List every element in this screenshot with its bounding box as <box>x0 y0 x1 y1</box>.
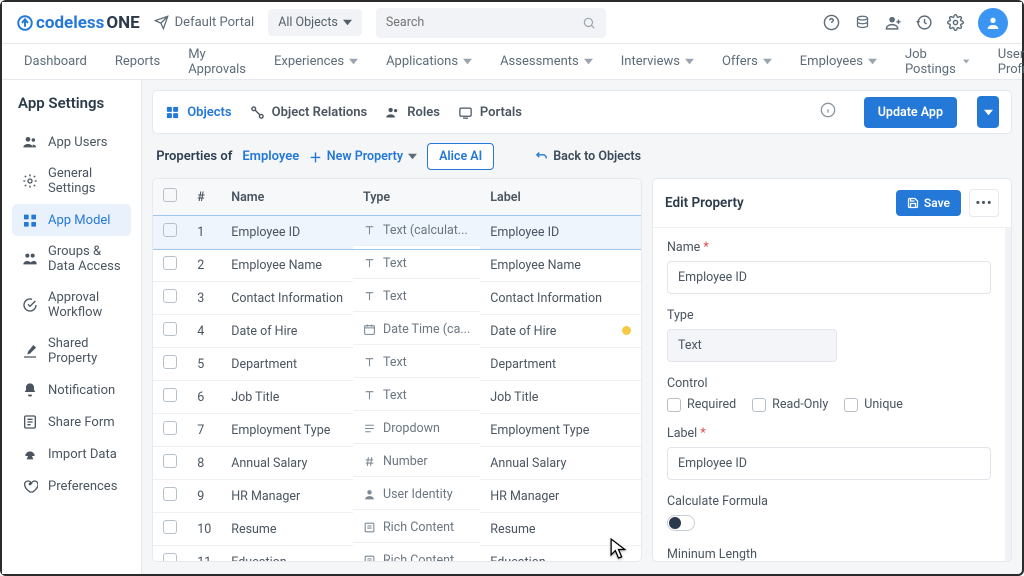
nav-applications[interactable]: Applications <box>374 48 484 75</box>
row-checkbox[interactable] <box>163 487 177 501</box>
unique-checkbox[interactable]: Unique <box>844 397 903 412</box>
sidebar-item-preferences[interactable]: Preferences <box>12 470 131 502</box>
nav-experiences[interactable]: Experiences <box>262 48 370 75</box>
nav-my-approvals[interactable]: My Approvals <box>176 41 258 83</box>
database-icon[interactable] <box>854 14 871 31</box>
table-row[interactable]: 1Employee IDText (calculat...Employee ID <box>153 216 641 249</box>
content: Objects Object Relations Roles Portals Upda… <box>142 80 1022 574</box>
panel-title: Edit Property <box>665 195 744 211</box>
table-row[interactable]: 3Contact InformationTextContact Informat… <box>153 282 641 315</box>
add-user-icon[interactable] <box>885 14 902 31</box>
search-icon <box>582 16 596 30</box>
calculate-formula-toggle[interactable] <box>667 515 695 531</box>
type-field <box>667 329 837 362</box>
tab-object-relations[interactable]: Object Relations <box>250 105 368 120</box>
sidebar-item-app-users[interactable]: App Users <box>12 126 131 158</box>
history-icon[interactable] <box>916 14 933 31</box>
row-checkbox[interactable] <box>163 322 177 336</box>
nav-dashboard[interactable]: Dashboard <box>12 48 99 75</box>
row-checkbox[interactable] <box>163 553 177 562</box>
sidebar-item-app-model[interactable]: App Model <box>12 204 131 236</box>
table-row[interactable]: 11EducationRich ContentEducation <box>153 546 641 563</box>
row-checkbox[interactable] <box>163 355 177 369</box>
nav-interviews[interactable]: Interviews <box>609 48 706 75</box>
table-row[interactable]: 4Date of HireDate Time (ca...Date of Hir… <box>153 315 641 348</box>
sidebar-item-shared-property[interactable]: Shared Property <box>12 328 131 374</box>
nav-job-postings[interactable]: Job Postings <box>893 41 982 83</box>
sidebar: App Settings App UsersGeneral SettingsAp… <box>2 80 142 574</box>
object-filter[interactable]: All Objects <box>268 9 362 36</box>
required-checkbox[interactable]: Required <box>667 397 736 412</box>
table-row[interactable]: 10ResumeRich ContentResume <box>153 513 641 546</box>
search-input[interactable] <box>376 8 606 38</box>
main-nav: DashboardReportsMy ApprovalsExperiencesA… <box>2 44 1022 80</box>
sidebar-item-general-settings[interactable]: General Settings <box>12 158 131 204</box>
properties-bar: Properties of Employee ＋ New Property Al… <box>152 134 1012 178</box>
sidebar-item-notification[interactable]: Notification <box>12 374 131 406</box>
back-to-objects[interactable]: Back to Objects <box>534 149 641 164</box>
table-row[interactable]: 5DepartmentTextDepartment <box>153 348 641 381</box>
logo[interactable]: codelessONE <box>16 13 140 33</box>
nav-reports[interactable]: Reports <box>103 48 172 75</box>
tab-objects[interactable]: Objects <box>165 105 231 120</box>
row-checkbox[interactable] <box>163 421 177 435</box>
row-checkbox[interactable] <box>163 289 177 303</box>
row-checkbox[interactable] <box>163 520 177 534</box>
properties-table: #NameTypeLabel 1Employee IDText (calcula… <box>152 178 642 562</box>
row-checkbox[interactable] <box>163 454 177 468</box>
portal-selector[interactable]: Default Portal <box>154 15 255 30</box>
row-checkbox[interactable] <box>163 256 177 270</box>
avatar[interactable] <box>978 8 1008 38</box>
table-row[interactable]: 2Employee NameTextEmployee Name <box>153 249 641 282</box>
alice-ai-button[interactable]: Alice AI <box>427 143 494 170</box>
row-checkbox[interactable] <box>163 388 177 402</box>
update-app-dropdown[interactable] <box>977 96 999 128</box>
nav-offers[interactable]: Offers <box>710 48 784 75</box>
label-field[interactable] <box>667 447 991 480</box>
name-field[interactable] <box>667 261 991 294</box>
update-app-button[interactable]: Update App <box>864 97 957 128</box>
info-icon[interactable] <box>820 102 836 122</box>
sidebar-item-groups-data-access[interactable]: Groups & Data Access <box>12 236 131 282</box>
tab-roles[interactable]: Roles <box>385 105 440 120</box>
save-button[interactable]: Save <box>896 190 961 216</box>
tab-portals[interactable]: Portals <box>458 105 522 120</box>
table-row[interactable]: 9HR ManagerUser IdentityHR Manager <box>153 480 641 513</box>
nav-user-profile[interactable]: User Profile <box>986 41 1024 83</box>
sidebar-item-import-data[interactable]: Import Data <box>12 438 131 470</box>
table-row[interactable]: 8Annual SalaryNumberAnnual Salary <box>153 447 641 480</box>
select-all-checkbox[interactable] <box>163 188 177 202</box>
warning-dot-icon <box>622 326 631 335</box>
new-property-button[interactable]: ＋ New Property <box>309 147 417 166</box>
table-row[interactable]: 7Employment TypeDropdownEmployment Type <box>153 414 641 447</box>
table-row[interactable]: 6Job TitleTextJob Title <box>153 381 641 414</box>
nav-employees[interactable]: Employees <box>788 48 889 75</box>
row-checkbox[interactable] <box>163 223 177 237</box>
edit-property-panel: Edit Property Save ••• Name Type Control… <box>652 178 1012 562</box>
sidebar-item-share-form[interactable]: Share Form <box>12 406 131 438</box>
object-link[interactable]: Employee <box>242 149 299 164</box>
tabs: Objects Object Relations Roles Portals Upda… <box>152 90 1012 134</box>
help-icon[interactable] <box>823 14 840 31</box>
sidebar-title: App Settings <box>18 94 125 112</box>
sidebar-item-approval-workflow[interactable]: Approval Workflow <box>12 282 131 328</box>
more-menu-button[interactable]: ••• <box>969 189 999 217</box>
readonly-checkbox[interactable]: Read-Only <box>752 397 828 412</box>
gear-icon[interactable] <box>947 14 964 31</box>
topbar: codelessONE Default Portal All Objects <box>2 2 1022 44</box>
nav-assessments[interactable]: Assessments <box>488 48 605 75</box>
